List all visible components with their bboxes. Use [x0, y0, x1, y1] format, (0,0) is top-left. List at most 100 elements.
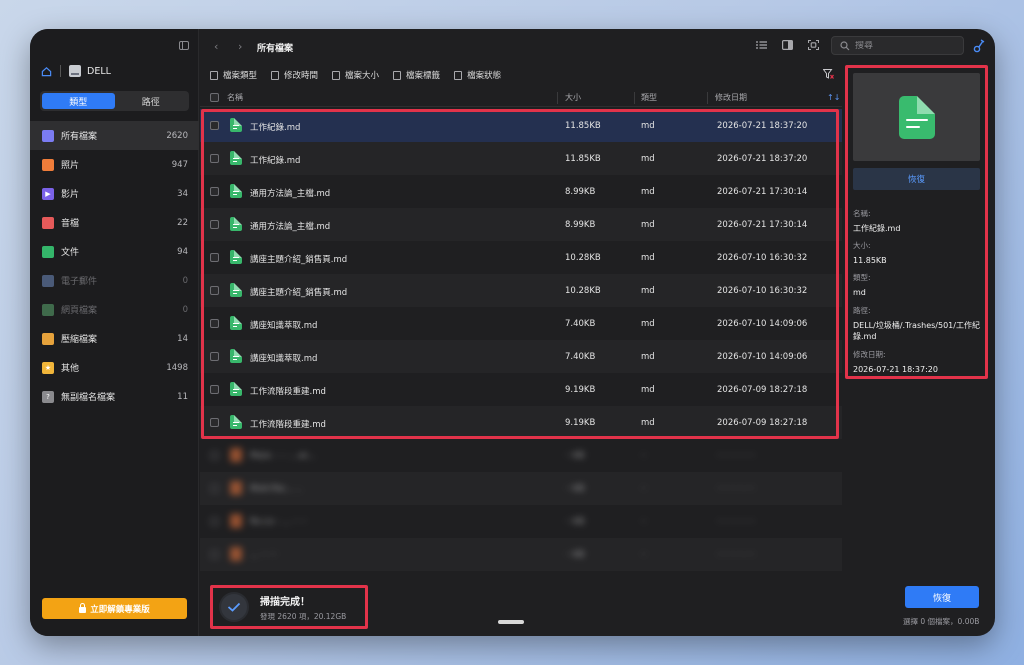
sidebar-item-count: 14 — [177, 333, 188, 344]
top-bar: ‹ › 所有檔案 — [200, 29, 995, 62]
column-date[interactable]: 修改日期 — [715, 92, 747, 103]
table-row[interactable]: 通用方法論_主檔.md 8.99KB md 2026-07-21 17:30:14 — [200, 175, 842, 208]
back-arrow-icon[interactable]: ‹ — [214, 40, 218, 53]
table-row[interactable]: 工作紀錄.md 11.85KB md 2026-07-21 18:37:20 — [200, 142, 842, 175]
scan-icon[interactable] — [808, 40, 819, 50]
file-name: 工作紀錄.md — [250, 123, 301, 133]
sidebar-item-photo[interactable]: 照片 947 — [30, 150, 199, 179]
row-checkbox[interactable] — [210, 451, 219, 460]
table-row[interactable]: ... ·· ··· ···KB ·· ·· ·· ·· ·· ·· — [200, 538, 842, 571]
filter-icon — [332, 70, 341, 80]
table-row[interactable]: 工作紀錄.md 11.85KB md 2026-07-21 18:37:20 — [200, 109, 842, 142]
preview-panel: 恢復 名稱: 工作紀錄.md 大小: 11.85KB 類型: md 路徑: DE… — [845, 65, 988, 379]
sidebar-item-label: 電子郵件 — [61, 277, 98, 287]
forward-arrow-icon[interactable]: › — [238, 40, 242, 53]
column-divider[interactable] — [634, 92, 635, 104]
table-row[interactable]: 講座主題介紹_銷售頁.md 10.28KB md 2026-07-10 16:30:3… — [200, 274, 842, 307]
table-row[interactable]: 講座主題介紹_銷售頁.md 10.28KB md 2026-07-10 16:30:3… — [200, 241, 842, 274]
table-row[interactable]: Ro-co - ... ·· ·· ···KB ·· ·· ·· ·· ·· ·· — [200, 505, 842, 538]
sidebar-item-music[interactable]: 音檔 22 — [30, 208, 199, 237]
scan-status: 掃描完成！ 發現 2620 項，20.12GB — [210, 585, 368, 629]
row-checkbox[interactable] — [210, 484, 219, 493]
file-name: 講座知識萃取.md — [250, 354, 318, 364]
table-row[interactable]: Ma/a - - - ..-ar... ···KB ·· ·· ·· ·· ·· ·· — [200, 439, 842, 472]
sidebar-item-unknown[interactable]: ? 無副檔名檔案 11 — [30, 382, 199, 411]
scan-tool-icon[interactable] — [973, 39, 985, 53]
row-checkbox[interactable] — [210, 517, 219, 526]
table-row[interactable]: 講座知識萃取.md 7.40KB md 2026-07-10 14:09:06 — [200, 307, 842, 340]
row-checkbox[interactable] — [210, 154, 219, 163]
sidebar-item-label: 照片 — [61, 161, 80, 171]
row-checkbox[interactable] — [210, 352, 219, 361]
search-input[interactable] — [855, 40, 955, 51]
select-all-checkbox[interactable] — [210, 93, 219, 102]
sidebar-item-email[interactable]: 電子郵件 0 — [30, 266, 199, 295]
sidebar-toggle-icon[interactable] — [179, 41, 189, 50]
filter-dropdown[interactable]: 檔案標籤 — [393, 69, 440, 81]
unknown-icon: ? — [42, 390, 54, 403]
sidebar-item-count: 22 — [177, 217, 188, 228]
column-type[interactable]: 類型 — [641, 92, 657, 103]
sidebar-item-video[interactable]: ▶ 影片 34 — [30, 179, 199, 208]
file-date: 2026-07-21 18:37:20 — [717, 121, 808, 131]
tab-type[interactable]: 類型 — [42, 93, 115, 109]
file-type: md — [641, 121, 655, 131]
column-name[interactable]: 名稱 — [227, 92, 243, 103]
row-checkbox[interactable] — [210, 253, 219, 262]
sidebar-item-other[interactable]: ★ 其他 1498 — [30, 353, 199, 382]
tab-path[interactable]: 路徑 — [115, 93, 188, 109]
filter-dropdown[interactable]: 檔案類型 — [210, 69, 257, 81]
preview-recover-button[interactable]: 恢復 — [853, 168, 980, 190]
meta-type-value: md — [853, 288, 866, 297]
column-divider[interactable] — [707, 92, 708, 104]
column-size[interactable]: 大小 — [565, 92, 581, 103]
preview-pane-icon[interactable] — [782, 40, 793, 50]
file-size: 10.28KB — [565, 286, 601, 296]
meta-size-value: 11.85KB — [853, 256, 887, 265]
unlock-pro-button[interactable]: 立即解鎖專業版 — [42, 598, 187, 619]
recover-button[interactable]: 恢復 — [905, 586, 979, 608]
column-divider[interactable] — [557, 92, 558, 104]
drive-header: DELL — [41, 64, 111, 78]
sort-icon[interactable]: ↑↓ — [827, 93, 840, 102]
sidebar-item-archive[interactable]: 壓縮檔案 14 — [30, 324, 199, 353]
row-checkbox[interactable] — [210, 319, 219, 328]
sidebar-item-web[interactable]: 網頁檔案 0 — [30, 295, 199, 324]
clear-filter-icon[interactable] — [823, 69, 834, 79]
table-row[interactable]: MoA-Pac... .. ···KB ·· ·· ·· ·· ·· ·· — [200, 472, 842, 505]
markdown-file-icon — [230, 283, 242, 297]
table-row[interactable]: 講座知識萃取.md 7.40KB md 2026-07-10 14:09:06 — [200, 340, 842, 373]
row-checkbox[interactable] — [210, 385, 219, 394]
resize-handle[interactable] — [498, 620, 524, 624]
list-view-icon[interactable] — [756, 40, 767, 50]
scan-summary: 發現 2620 項，20.12GB — [260, 611, 347, 621]
file-name: 講座主題介紹_銷售頁.md — [250, 255, 348, 265]
sidebar-item-grid[interactable]: 所有檔案 2620 — [30, 121, 199, 150]
email-icon — [42, 274, 54, 287]
row-checkbox[interactable] — [210, 418, 219, 427]
filter-dropdown[interactable]: 修改時間 — [271, 69, 318, 81]
row-checkbox[interactable] — [210, 550, 219, 559]
file-date: 2026-07-10 16:30:32 — [717, 253, 808, 263]
meta-date-label: 修改日期: — [853, 350, 886, 359]
photo-icon — [42, 158, 54, 171]
filter-dropdown[interactable]: 檔案大小 — [332, 69, 379, 81]
markdown-file-icon — [230, 250, 242, 264]
filter-dropdown[interactable]: 檔案狀態 — [454, 69, 501, 81]
file-size: ···KB — [565, 517, 585, 527]
file-size: ···KB — [565, 451, 585, 461]
file-type: md — [641, 220, 655, 230]
table-row[interactable]: 工作流階段重建.md 9.19KB md 2026-07-09 18:27:18 — [200, 406, 842, 439]
filter-label: 檔案狀態 — [467, 71, 502, 81]
table-row[interactable]: 通用方法論_主檔.md 8.99KB md 2026-07-21 17:30:14 — [200, 208, 842, 241]
search-field[interactable] — [831, 36, 964, 55]
meta-name-value: 工作紀錄.md — [853, 224, 901, 233]
row-checkbox[interactable] — [210, 121, 219, 130]
row-checkbox[interactable] — [210, 286, 219, 295]
home-icon[interactable] — [41, 66, 52, 77]
file-type: md — [641, 385, 655, 395]
row-checkbox[interactable] — [210, 187, 219, 196]
table-row[interactable]: 工作流階段重建.md 9.19KB md 2026-07-09 18:27:18 — [200, 373, 842, 406]
sidebar-item-document[interactable]: 文件 94 — [30, 237, 199, 266]
row-checkbox[interactable] — [210, 220, 219, 229]
